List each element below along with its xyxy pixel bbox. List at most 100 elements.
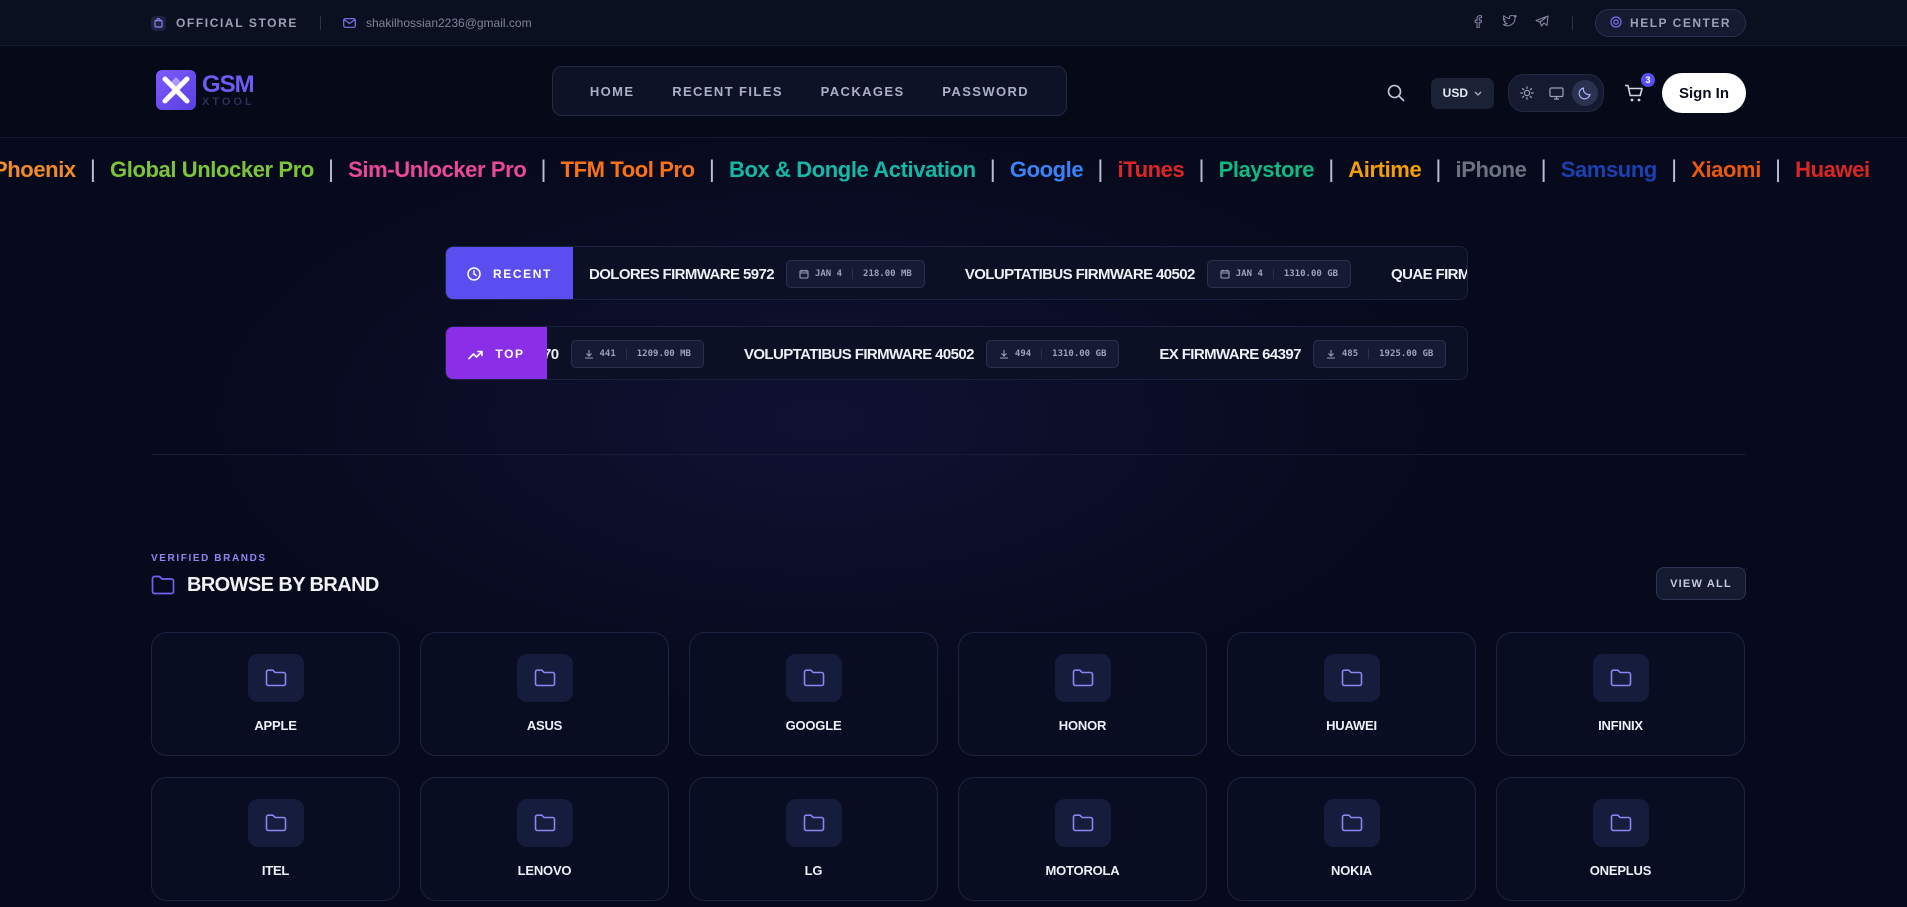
file-name: EX FIRMWARE 64397: [1159, 345, 1301, 363]
ticker-item[interactable]: Huawei: [1795, 157, 1870, 183]
file-size: 1925.00 GB: [1379, 349, 1434, 359]
ticker-separator: |: [1097, 156, 1104, 183]
file-meta: JAN 4 218.00 MB: [785, 260, 925, 288]
ticker-separator: |: [540, 156, 547, 183]
view-all-button[interactable]: VIEW ALL: [1656, 567, 1746, 600]
ticker-separator: |: [89, 156, 97, 183]
feed-item[interactable]: VOLUPTATIBUS FIRMWARE 40502 JAN 4 1310.00 …: [964, 260, 1352, 288]
feed-item[interactable]: DOLORES FIRMWARE 5972 JAN 4 218.00 MB: [589, 260, 925, 288]
ticker-item[interactable]: iPhone: [1456, 157, 1527, 183]
ticker-item[interactable]: Global Unlocker Pro: [110, 157, 314, 183]
sign-in-button[interactable]: Sign In: [1662, 73, 1746, 113]
ticker-item[interactable]: Google: [1010, 157, 1084, 183]
brands-heading: BROWSE BY BRAND: [151, 574, 379, 597]
feed-item[interactable]: EX FIRMWARE 64397 485 1925.00 GB: [1159, 340, 1447, 368]
ticker-item[interactable]: Sim-Unlocker Pro: [348, 157, 527, 183]
download-count: 494: [1014, 349, 1032, 359]
top-tag-label: TOP: [495, 347, 525, 361]
ticker-item[interactable]: TFM Tool Pro: [561, 157, 696, 183]
ticker-item[interactable]: Playstore: [1219, 157, 1315, 183]
nav-recent-files[interactable]: RECENT FILES: [672, 84, 783, 99]
download-icon: [584, 350, 593, 359]
cart-icon[interactable]: 3: [1622, 73, 1655, 105]
brand-card[interactable]: ONEPLUS: [1496, 777, 1745, 901]
ticker-item[interactable]: Xiaomi: [1691, 157, 1761, 183]
contact-email[interactable]: shakilhossian2236@gmail.com: [343, 16, 532, 31]
brand-card[interactable]: HONOR: [958, 632, 1207, 756]
ticker-item[interactable]: iTunes: [1117, 157, 1184, 183]
brand-name: HONOR: [1058, 718, 1107, 733]
feed-item[interactable]: QUAE FIRMWARE: [1391, 266, 1467, 283]
brand-name: NOKIA: [1331, 863, 1372, 878]
recent-files-feed: RECENT DOLORES FIRMWARE 5972 JAN 4 218.00 …: [445, 246, 1468, 300]
ticker-separator: |: [327, 156, 335, 183]
social-links: [1470, 14, 1550, 31]
nav-home[interactable]: HOME: [590, 84, 635, 99]
folder-icon: [785, 799, 842, 847]
nav-password[interactable]: PASSWORD: [942, 84, 1029, 99]
brand-card[interactable]: HUAWEI: [1227, 632, 1476, 756]
top-tag: TOP: [446, 327, 547, 379]
topbar-divider: [319, 16, 321, 30]
help-center-label: HELP CENTER: [1630, 16, 1731, 30]
folder-icon: [516, 799, 573, 847]
calendar-icon: [1220, 269, 1230, 279]
brand-name: LG: [804, 863, 823, 878]
recent-tag: RECENT: [446, 247, 573, 299]
download-icon: [999, 350, 1008, 359]
monitor-icon[interactable]: [1543, 80, 1569, 106]
file-name: VOLUPTATIBUS FIRMWARE 40502: [743, 345, 975, 363]
brand-card[interactable]: MOTOROLA: [958, 777, 1207, 901]
ticker-item[interactable]: Samsung: [1561, 157, 1658, 183]
ticker-separator: |: [708, 156, 715, 183]
brand-card[interactable]: LENOVO: [420, 777, 669, 901]
file-name: VOLUPTATIBUS FIRMWARE 40502: [964, 265, 1196, 283]
facebook-icon[interactable]: [1470, 15, 1486, 31]
brand-card[interactable]: ITEL: [151, 777, 400, 901]
sun-icon[interactable]: [1514, 80, 1540, 106]
brand-card[interactable]: INFINIX: [1496, 632, 1745, 756]
search-icon[interactable]: [1385, 82, 1407, 104]
logo-subtitle: XTOOL: [202, 95, 255, 108]
telegram-icon[interactable]: [1534, 15, 1550, 31]
feed-item[interactable]: VOLUPTATIBUS FIRMWARE 40502 494 1310.00 GB: [743, 340, 1120, 368]
help-center-button[interactable]: HELP CENTER: [1595, 9, 1746, 37]
site-logo[interactable]: GSM XTOOL: [156, 70, 255, 110]
brand-ticker: Phoenix | Global Unlocker Pro | Sim-Unlocker…: [0, 152, 1907, 188]
section-divider: [151, 454, 1746, 455]
ticker-separator: |: [1328, 156, 1335, 183]
ticker-separator: |: [1774, 156, 1782, 183]
folder-icon: [151, 575, 175, 597]
brand-name: ASUS: [526, 718, 563, 733]
logo-mark: [156, 70, 196, 110]
ticker-item[interactable]: Phoenix: [0, 157, 76, 183]
main-header: GSM XTOOL HOME RECENT FILES PACKAGES PAS…: [0, 46, 1907, 138]
file-meta: 494 1310.00 GB: [985, 340, 1120, 368]
brand-name: LENOVO: [517, 863, 572, 878]
brand-name: HUAWEI: [1326, 718, 1377, 733]
nav-packages[interactable]: PACKAGES: [821, 84, 905, 99]
brand-card[interactable]: APPLE: [151, 632, 400, 756]
folder-icon: [1054, 799, 1111, 847]
chevron-down-icon: [1474, 88, 1482, 98]
brand-card[interactable]: LG: [689, 777, 938, 901]
recent-feed-items: DOLORES FIRMWARE 5972 JAN 4 218.00 MB VOLUP…: [589, 247, 1467, 299]
top-feed-item[interactable]: 70 441 1209.00 MB: [543, 340, 704, 368]
file-name: DOLORES FIRMWARE 5972: [589, 265, 775, 283]
ticker-separator: |: [989, 156, 996, 183]
ticker-item[interactable]: Airtime: [1348, 157, 1421, 183]
brand-card[interactable]: ASUS: [420, 632, 669, 756]
topbar-divider-right: [1572, 16, 1574, 30]
twitter-icon[interactable]: [1501, 14, 1518, 31]
folder-icon: [247, 654, 304, 702]
brand-name: MOTOROLA: [1045, 863, 1120, 878]
brand-card[interactable]: NOKIA: [1227, 777, 1476, 901]
ticker-item[interactable]: Box & Dongle Activation: [729, 157, 976, 183]
currency-select[interactable]: USD: [1430, 77, 1494, 109]
official-store-label: OFFICIAL STORE: [176, 16, 298, 30]
brand-card[interactable]: GOOGLE: [689, 632, 938, 756]
file-date: JAN 4: [814, 269, 843, 279]
moon-icon[interactable]: [1572, 80, 1598, 106]
folder-icon: [1592, 799, 1649, 847]
folder-icon: [1323, 654, 1380, 702]
